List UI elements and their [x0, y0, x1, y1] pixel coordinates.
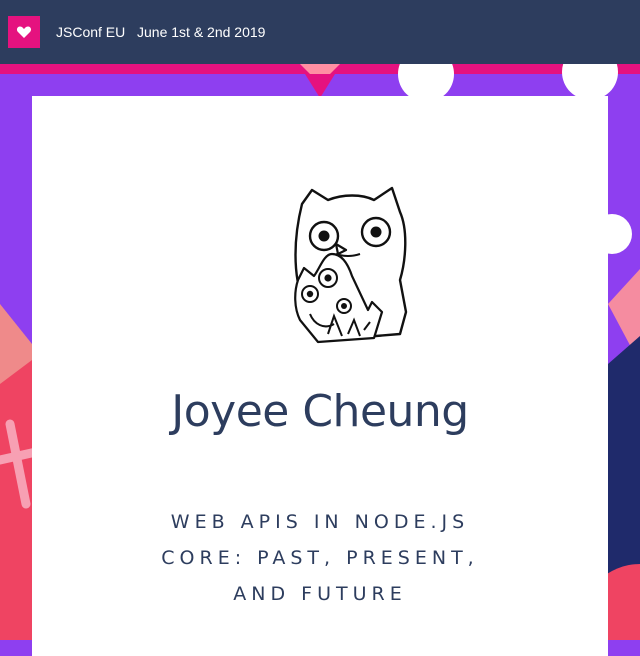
event-dates: June 1st & 2nd 2019 — [137, 24, 266, 40]
talk-card[interactable]: Joyee Cheung WEB APIS IN NODE.JS CORE: P… — [32, 96, 608, 656]
talk-title: WEB APIS IN NODE.JS CORE: PAST, PRESENT,… — [161, 511, 479, 605]
top-nav-bar: JSConf EU June 1st & 2nd 2019 — [0, 0, 640, 64]
speaker-name: Joyee Cheung — [171, 386, 469, 437]
cat-drawing-icon — [294, 186, 408, 344]
heart-icon — [16, 26, 32, 38]
event-name[interactable]: JSConf EU — [56, 22, 125, 42]
jsconf-logo[interactable] — [8, 16, 40, 48]
